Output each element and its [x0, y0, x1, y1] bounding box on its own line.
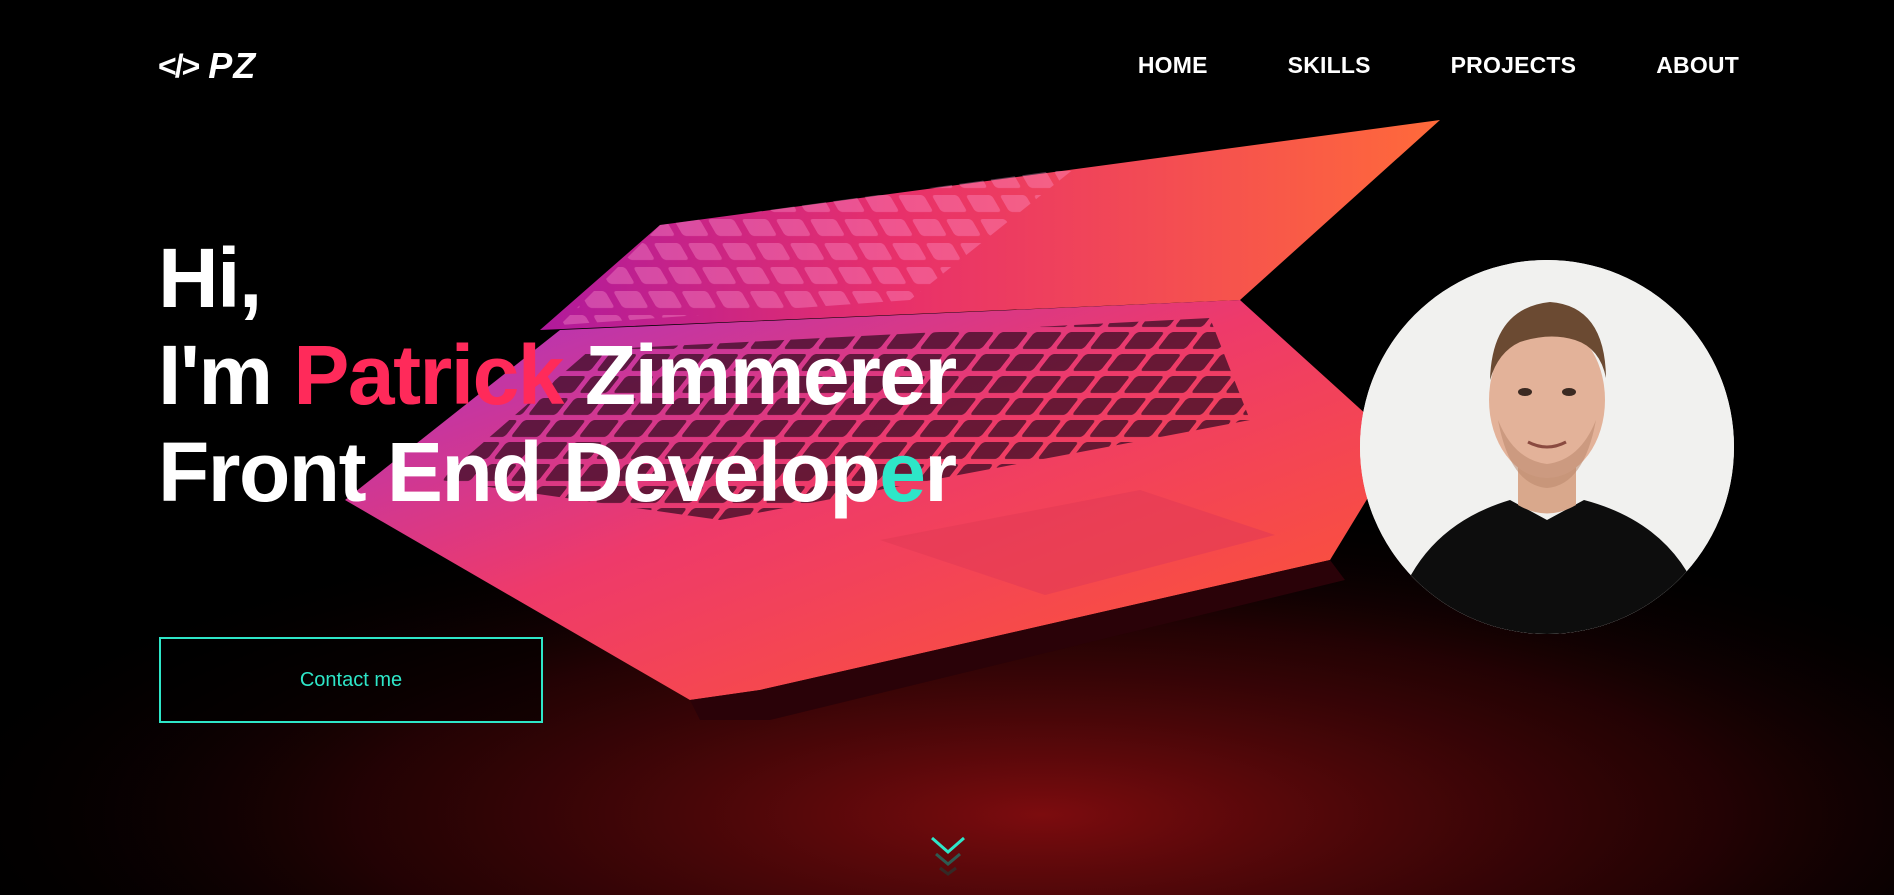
nav-item-home[interactable]: HOME: [1138, 52, 1208, 79]
code-brackets-icon: </>: [158, 47, 200, 84]
site-logo[interactable]: </> PZ: [158, 45, 256, 87]
hero-headline: Hi, I'm Patrick Zimmerer Front End Devel…: [158, 230, 957, 521]
nav-links: HOME SKILLS PROJECTS ABOUT: [1138, 52, 1739, 79]
nav-item-projects[interactable]: PROJECTS: [1451, 52, 1577, 79]
logo-text: PZ: [208, 45, 257, 86]
contact-me-button[interactable]: Contact me: [159, 637, 543, 723]
top-navigation: </> PZ HOME SKILLS PROJECTS ABOUT: [0, 0, 1894, 130]
nav-item-skills[interactable]: SKILLS: [1288, 52, 1371, 79]
name-line: I'm Patrick Zimmerer: [158, 328, 957, 422]
greeting-line: Hi,: [158, 231, 262, 325]
last-name: Zimmerer: [563, 328, 957, 422]
profile-avatar: [1360, 260, 1734, 634]
role-line: Front End Developer: [158, 425, 957, 519]
scroll-down-chevron-icon[interactable]: [928, 832, 968, 884]
nav-item-about[interactable]: ABOUT: [1656, 52, 1739, 79]
first-name: Patrick: [293, 328, 564, 422]
role-accent-letter: e: [879, 425, 926, 519]
